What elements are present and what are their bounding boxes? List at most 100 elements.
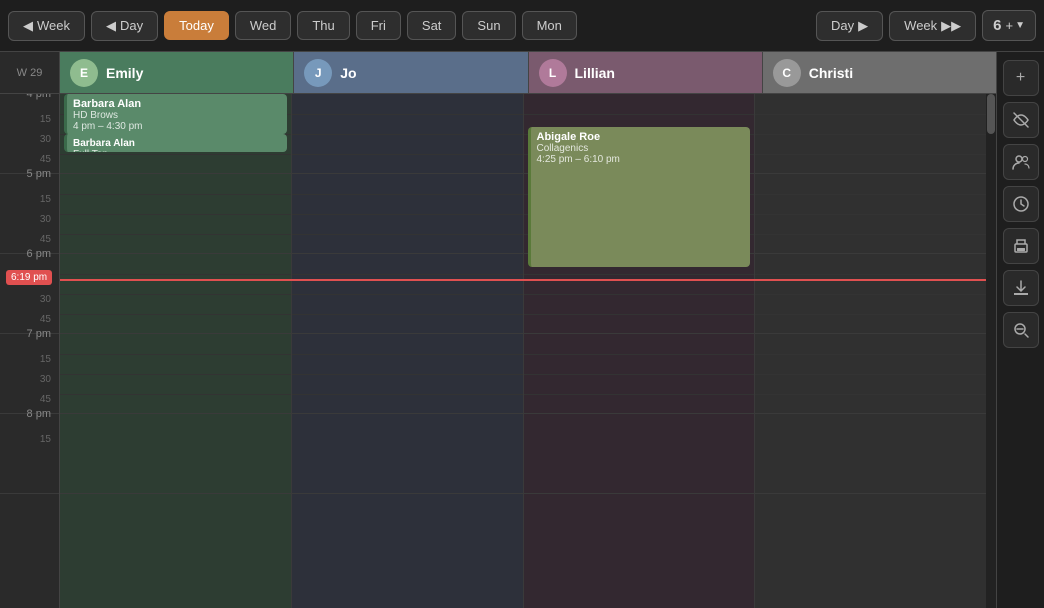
time-label-6-30: 30 <box>40 294 51 305</box>
event-abigale-sub: Collagenics <box>537 143 745 154</box>
chevron-right-icon2: ▶▶ <box>941 18 961 34</box>
dropdown-icon: ▼ <box>1015 20 1025 31</box>
export-button[interactable] <box>1003 270 1039 306</box>
time-slot-8pm: 8 pm 15 <box>0 414 59 494</box>
event-subtitle-2: Full Tan <box>73 149 281 152</box>
time-slot-4pm: 4 pm 15 30 45 <box>0 94 59 174</box>
chevron-left-icon: ◀ <box>23 18 33 34</box>
staff-button[interactable] <box>1003 144 1039 180</box>
time-label-6-45: 45 <box>40 314 51 325</box>
day-view-button[interactable]: Day ▶ <box>816 11 883 41</box>
staff-headers-row: W 29 E Emily J Jo L Lillian C Christi <box>0 52 996 94</box>
avatar-emily: E <box>70 59 98 87</box>
scroll-indicator[interactable] <box>986 94 996 608</box>
fri-label: Fri <box>371 18 386 33</box>
count-number: 6 <box>993 17 1001 34</box>
time-slot-7pm: 7 pm 15 30 45 <box>0 334 59 414</box>
time-label-4-45: 45 <box>40 154 51 165</box>
time-label-5-15: 15 <box>40 194 51 205</box>
zoom-out-button[interactable] <box>1003 312 1039 348</box>
today-button[interactable]: Today <box>164 11 229 40</box>
emily-column[interactable]: Barbara Alan HD Brows 4 pm – 4:30 pm Bar… <box>60 94 292 608</box>
time-label-8-15: 15 <box>40 434 51 445</box>
toolbar: ◀ Week ◀ Day Today Wed Thu Fri Sat Sun M… <box>0 0 1044 52</box>
staff-header-lillian: L Lillian <box>529 52 763 93</box>
count-selector[interactable]: 6 + ▼ <box>982 10 1036 41</box>
event-abigale-title: Abigale Roe <box>537 131 745 143</box>
christi-column[interactable] <box>755 94 986 608</box>
week-view-label: Week <box>904 18 937 33</box>
time-label-4-30: 30 <box>40 134 51 145</box>
lillian-column[interactable]: Abigale Roe Collagenics 4:25 pm – 6:10 p… <box>524 94 756 608</box>
toolbar-right: Day ▶ Week ▶▶ 6 + ▼ <box>816 10 1036 41</box>
time-label-5pm: 5 pm <box>27 168 51 180</box>
sat-button[interactable]: Sat <box>407 11 457 40</box>
staff-columns: Barbara Alan HD Brows 4 pm – 4:30 pm Bar… <box>60 94 986 608</box>
event-abigale-time: 4:25 pm – 6:10 pm <box>537 154 745 165</box>
sat-label: Sat <box>422 18 442 33</box>
event-barbara-alan-1[interactable]: Barbara Alan HD Brows 4 pm – 4:30 pm <box>64 94 287 134</box>
event-title: Barbara Alan <box>73 98 281 110</box>
fri-button[interactable]: Fri <box>356 11 401 40</box>
christi-name: Christi <box>809 65 853 81</box>
time-slot-6pm: 6 pm 15 30 45 <box>0 254 59 334</box>
lillian-name: Lillian <box>575 65 615 81</box>
week-number: W 29 <box>17 67 43 79</box>
time-column: 4 pm 15 30 45 5 pm 15 30 45 6 pm <box>0 94 60 608</box>
plus-icon: + <box>1006 18 1014 33</box>
chevron-left-icon2: ◀ <box>106 18 116 34</box>
time-label-7pm: 7 pm <box>27 328 51 340</box>
current-time-badge: 6:19 pm <box>6 270 52 285</box>
hide-button[interactable] <box>1003 102 1039 138</box>
app-container: ◀ Week ◀ Day Today Wed Thu Fri Sat Sun M… <box>0 0 1044 608</box>
current-time-line <box>60 279 986 281</box>
add-button[interactable]: + <box>1003 60 1039 96</box>
week-col-header: W 29 <box>0 52 60 93</box>
avatar-lillian: L <box>539 59 567 87</box>
time-label-7-30: 30 <box>40 374 51 385</box>
time-label-5-30: 30 <box>40 214 51 225</box>
time-label-8pm: 8 pm <box>27 408 51 420</box>
right-sidebar: + <box>996 52 1044 608</box>
jo-name: Jo <box>340 65 356 81</box>
staff-header-emily: E Emily <box>60 52 294 93</box>
day-nav-button[interactable]: ◀ Day <box>91 11 158 41</box>
day-view-label: Day <box>831 18 854 33</box>
event-barbara-alan-2[interactable]: Barbara Alan Full Tan <box>64 134 287 152</box>
scroll-thumb <box>987 94 995 134</box>
time-label-4-15: 15 <box>40 114 51 125</box>
emily-name: Emily <box>106 65 143 81</box>
today-label: Today <box>179 18 214 33</box>
time-button[interactable] <box>1003 186 1039 222</box>
time-label-5-45: 45 <box>40 234 51 245</box>
jo-column[interactable] <box>292 94 524 608</box>
print-button[interactable] <box>1003 228 1039 264</box>
week-view-button[interactable]: Week ▶▶ <box>889 11 976 41</box>
time-label-7-15: 15 <box>40 354 51 365</box>
week-nav-button[interactable]: ◀ Week <box>8 11 85 41</box>
avatar-jo: J <box>304 59 332 87</box>
sun-button[interactable]: Sun <box>462 11 515 40</box>
staff-header-christi: C Christi <box>763 52 996 93</box>
wed-button[interactable]: Wed <box>235 11 292 40</box>
time-label-7-45: 45 <box>40 394 51 405</box>
mon-label: Mon <box>537 18 562 33</box>
event-time: 4 pm – 4:30 pm <box>73 121 281 132</box>
grid-body[interactable]: 4 pm 15 30 45 5 pm 15 30 45 6 pm <box>0 94 996 608</box>
staff-header-jo: J Jo <box>294 52 528 93</box>
wed-label: Wed <box>250 18 277 33</box>
event-abigale-roe[interactable]: Abigale Roe Collagenics 4:25 pm – 6:10 p… <box>528 127 751 267</box>
thu-button[interactable]: Thu <box>297 11 349 40</box>
time-slot-5pm: 5 pm 15 30 45 <box>0 174 59 254</box>
time-label-4pm: 4 pm <box>27 94 51 100</box>
event-title-2: Barbara Alan <box>73 138 281 149</box>
sun-label: Sun <box>477 18 500 33</box>
calendar-main: W 29 E Emily J Jo L Lillian C Christi <box>0 52 996 608</box>
chevron-right-icon: ▶ <box>858 18 868 34</box>
calendar-body: W 29 E Emily J Jo L Lillian C Christi <box>0 52 1044 608</box>
week-label: Week <box>37 18 70 33</box>
event-subtitle: HD Brows <box>73 110 281 121</box>
day-label: Day <box>120 18 143 33</box>
mon-button[interactable]: Mon <box>522 11 577 40</box>
time-label-6pm: 6 pm <box>27 248 51 260</box>
